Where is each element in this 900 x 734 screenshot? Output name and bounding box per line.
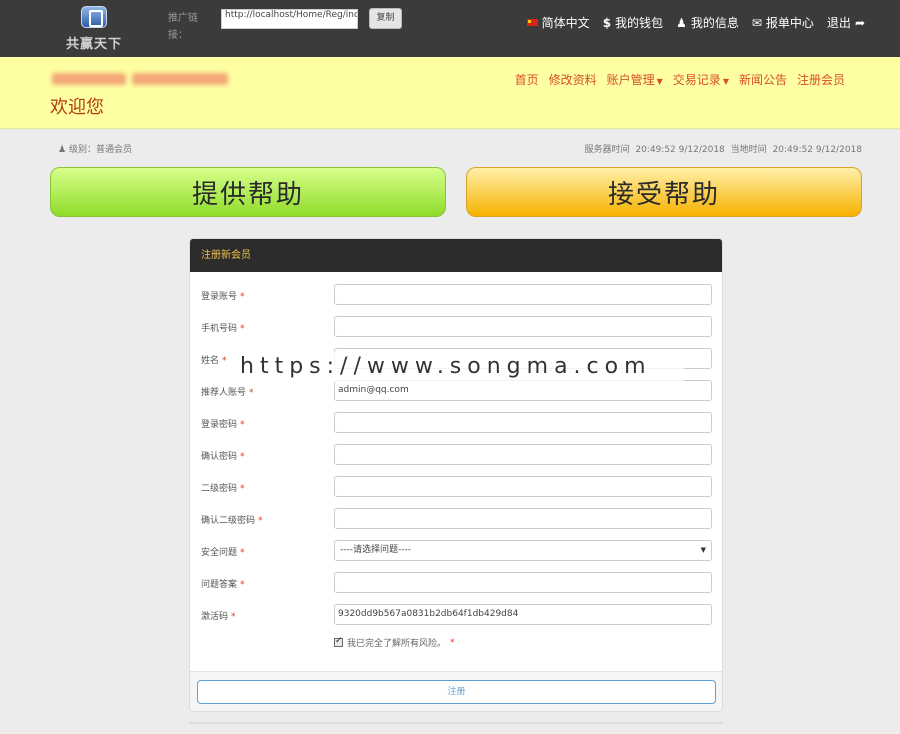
panel-footer: 注册 <box>190 671 722 711</box>
copy-button[interactable]: 复制 <box>369 8 402 29</box>
dollar-icon: $ <box>602 15 612 30</box>
field-label: 确认二级密码 * <box>201 516 263 526</box>
server-time-label: 服务器时间 <box>584 145 630 155</box>
nav-transaction-label: 交易记录 <box>672 73 721 87</box>
divider <box>189 722 723 724</box>
field-row-confirm-second-password: 确认二级密码 * <box>190 508 722 530</box>
language-label: 简体中文 <box>541 16 590 30</box>
user-icon: ♟ <box>676 15 687 30</box>
logout-link[interactable]: 退出 ➦ <box>827 14 865 31</box>
register-submit-button[interactable]: 注册 <box>197 680 716 704</box>
envelope-icon: ✉ <box>751 15 762 30</box>
provide-help-button[interactable]: 提供帮助 <box>50 167 446 217</box>
field-label: 姓名 * <box>201 356 227 366</box>
dropdown-arrow-icon: ▼ <box>700 546 706 554</box>
blurred-username <box>52 71 242 87</box>
field-row-password: 登录密码 * <box>190 412 722 434</box>
register-panel: 注册新会员 登录账号 * 手机号码 * 姓名 * 推荐人账号 * admin@qq.co… <box>189 238 723 712</box>
nav-edit-profile[interactable]: 修改资料 <box>549 71 597 88</box>
security-question-value: ----请选择问题---- <box>340 545 411 555</box>
local-time-label: 当地时间 <box>730 145 767 155</box>
logo-text: 共赢天下 <box>65 37 122 52</box>
nav-transaction-records[interactable]: 交易记录 ▼ <box>673 71 729 88</box>
user-icon: ♟ <box>58 145 67 155</box>
login-account-input[interactable] <box>334 284 712 305</box>
logout-label: 退出 <box>826 16 851 30</box>
security-question-select[interactable]: ----请选择问题---- ▼ <box>334 540 712 561</box>
nav-account-management[interactable]: 账户管理 ▼ <box>607 71 663 88</box>
second-password-input[interactable] <box>334 476 712 497</box>
report-center-link[interactable]: ✉ 报单中心 <box>752 14 814 31</box>
time-display: 服务器时间 20:49:52 9/12/2018 当地时间 20:49:52 9… <box>581 142 862 155</box>
header-banner: 欢迎您 首页 修改资料 账户管理 ▼ 交易记录 ▼ 新闻公告 注册会员 <box>0 57 900 129</box>
nav-account-label: 账户管理 <box>606 73 655 87</box>
confirm-password-input[interactable] <box>334 444 712 465</box>
referrer-input[interactable]: admin@qq.com <box>334 380 712 401</box>
register-form: 登录账号 * 手机号码 * 姓名 * 推荐人账号 * admin@qq.com 登录密码… <box>190 272 722 668</box>
promo-link-input[interactable]: http://localhost/Home/Reg/index/u <box>221 9 358 29</box>
field-label: 登录密码 * <box>201 420 245 430</box>
language-selector[interactable]: 简体中文 <box>526 14 590 31</box>
nav-home[interactable]: 首页 <box>515 71 539 88</box>
welcome-text: 欢迎您 <box>50 97 104 118</box>
local-time: 20:49:52 9/12/2018 <box>772 145 862 155</box>
accept-help-button[interactable]: 接受帮助 <box>466 167 862 217</box>
wallet-link[interactable]: $ 我的钱包 <box>603 14 663 31</box>
answer-input[interactable] <box>334 572 712 593</box>
caret-down-icon: ▼ <box>722 77 729 86</box>
field-row-activation-code: 激活码 * 9320dd9b567a0831b2db64f1db429d84 <box>190 604 722 626</box>
report-center-label: 报单中心 <box>765 16 814 30</box>
china-flag-icon <box>526 19 538 26</box>
profile-label: 我的信息 <box>690 16 739 30</box>
field-label: 激活码 * <box>201 612 236 622</box>
agree-text: 我已完全了解所有风险。 <box>347 639 447 649</box>
field-label: 确认密码 * <box>201 452 245 462</box>
nav-register-member[interactable]: 注册会员 <box>797 71 845 88</box>
field-label: 问题答案 * <box>201 580 245 590</box>
caret-down-icon: ▼ <box>656 77 663 86</box>
profile-link[interactable]: ♟ 我的信息 <box>676 14 739 31</box>
confirm-second-password-input[interactable] <box>334 508 712 529</box>
field-row-second-password: 二级密码 * <box>190 476 722 498</box>
logo[interactable]: 共赢天下 <box>58 6 130 52</box>
activation-code-input[interactable]: 9320dd9b567a0831b2db64f1db429d84 <box>334 604 712 625</box>
watermark: https://www.songma.com <box>232 352 684 382</box>
share-arrow-icon: ➦ <box>854 15 865 30</box>
promo-link-label: 推广链接： <box>168 13 198 41</box>
field-label: 二级密码 * <box>201 484 245 494</box>
phone-input[interactable] <box>334 316 712 337</box>
nav-news[interactable]: 新闻公告 <box>739 71 787 88</box>
field-label: 手机号码 * <box>201 324 245 334</box>
server-time: 20:49:52 9/12/2018 <box>635 145 725 155</box>
main-nav: 首页 修改资料 账户管理 ▼ 交易记录 ▼ 新闻公告 注册会员 <box>515 71 845 88</box>
required-mark: * <box>450 637 455 648</box>
agree-checkbox-row[interactable]: 我已完全了解所有风险。 * <box>334 636 455 649</box>
top-bar: 共赢天下 推广链接： http://localhost/Home/Reg/ind… <box>0 0 900 57</box>
agree-checkbox[interactable] <box>334 636 343 647</box>
field-label: 安全问题 * <box>201 548 245 558</box>
field-row-phone: 手机号码 * <box>190 316 722 338</box>
field-row-confirm-password: 确认密码 * <box>190 444 722 466</box>
top-nav: 简体中文 $ 我的钱包 ♟ 我的信息 ✉ 报单中心 退出 ➦ <box>526 14 865 31</box>
user-level: ♟ 级别：普通会员 <box>58 142 132 155</box>
logo-icon <box>81 6 107 28</box>
field-row-referrer: 推荐人账号 * admin@qq.com <box>190 380 722 402</box>
field-row-security-question: 安全问题 * ----请选择问题---- ▼ <box>190 540 722 562</box>
password-input[interactable] <box>334 412 712 433</box>
user-level-text: 级别：普通会员 <box>68 145 132 155</box>
field-row-login-account: 登录账号 * <box>190 284 722 306</box>
field-label: 推荐人账号 * <box>201 388 254 398</box>
panel-title: 注册新会员 <box>190 239 722 272</box>
field-row-answer: 问题答案 * <box>190 572 722 594</box>
field-label: 登录账号 * <box>201 292 245 302</box>
wallet-label: 我的钱包 <box>615 16 664 30</box>
